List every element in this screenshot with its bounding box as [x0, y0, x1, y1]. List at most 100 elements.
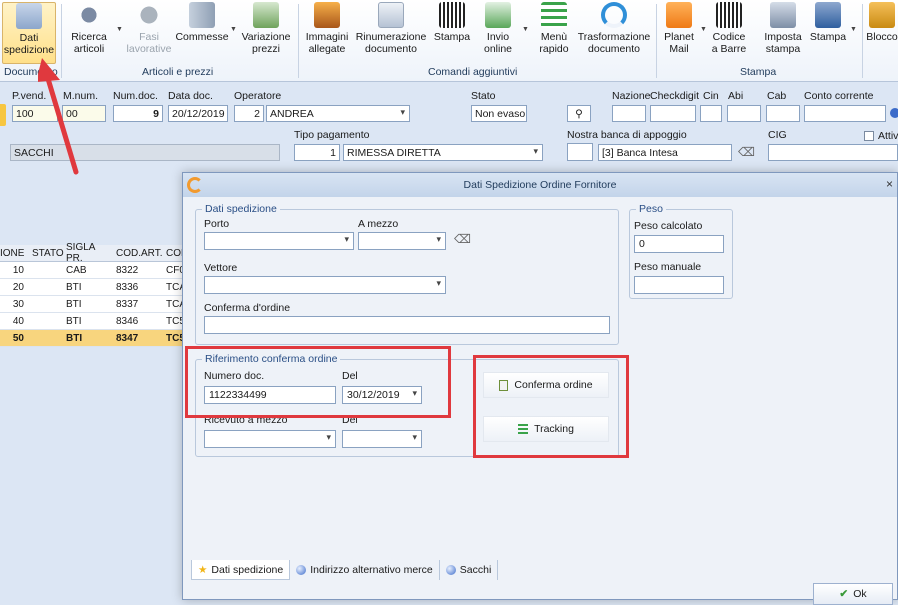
- table-row[interactable]: 40 BTI 8346 TC5: [0, 313, 190, 330]
- cin-field[interactable]: [700, 105, 722, 122]
- planet-mail-button[interactable]: Planet Mail: [660, 2, 698, 64]
- conferma-ordine-field[interactable]: [204, 316, 610, 334]
- tab-sacchi[interactable]: Sacchi: [440, 560, 499, 580]
- shipping-doc-icon: [16, 3, 42, 29]
- mail-plane-icon: [666, 2, 692, 28]
- dati-spedizione-button[interactable]: Dati spedizione: [2, 2, 56, 64]
- renumber-icon: [378, 2, 404, 28]
- cell: CAB: [66, 264, 87, 276]
- amezzo-label: A mezzo: [358, 218, 399, 230]
- gear-icon: [136, 2, 162, 28]
- tipo-pagamento-select[interactable]: RIMESSA DIRETTA: [343, 144, 543, 161]
- col-codart-header[interactable]: COD.ART.: [112, 248, 163, 259]
- del2-date-picker[interactable]: [342, 430, 422, 448]
- lock-icon: [869, 2, 895, 28]
- rinumerazione-documento-button[interactable]: Rinumerazione documento: [354, 2, 428, 64]
- imposta-stampa-label: Imposta stampa: [764, 31, 802, 55]
- cell: 8322: [116, 264, 139, 276]
- imposta-stampa-button[interactable]: Imposta stampa: [760, 2, 806, 64]
- tipo-pagamento-label: Tipo pagamento: [294, 129, 370, 141]
- blocco-label: Blocco: [866, 31, 898, 43]
- stato-field: Non evaso: [471, 105, 527, 122]
- group-label-stampa: Stampa: [740, 66, 777, 78]
- ok-button[interactable]: ✔ Ok: [813, 583, 893, 605]
- cell: 10: [12, 264, 24, 276]
- tab-indirizzo-alternativo[interactable]: Indirizzo alternativo merce: [290, 560, 440, 580]
- highlight-riferimento: [185, 346, 451, 418]
- nazione-label: Nazione: [612, 90, 651, 102]
- peso-manuale-field[interactable]: [634, 276, 724, 294]
- menu-rapido-button[interactable]: Menù rapido: [532, 2, 576, 64]
- chevron-down-icon[interactable]: ▼: [522, 26, 529, 33]
- eraser-icon[interactable]: ⌫: [738, 145, 755, 159]
- close-icon[interactable]: ×: [886, 177, 893, 191]
- peso-calcolato-field[interactable]: 0: [634, 235, 724, 253]
- trasformazione-documento-button[interactable]: Trasformazione documento: [578, 2, 650, 64]
- table-row[interactable]: 10 CAB 8322 CF0: [0, 262, 190, 279]
- tab-dati-spedizione[interactable]: ★ Dati spedizione: [191, 560, 291, 580]
- attivo-checkbox[interactable]: [864, 131, 874, 141]
- cig-label: CIG: [768, 129, 787, 141]
- col-stato-header[interactable]: STATO: [28, 248, 64, 259]
- table-row-selected[interactable]: 50 BTI 8347 TC5: [0, 330, 190, 347]
- commesse-button[interactable]: Commesse: [175, 2, 229, 64]
- ricevuto-a-mezzo-select[interactable]: [204, 430, 336, 448]
- stato-label: Stato: [471, 90, 496, 102]
- tipo-pagamento-num-field[interactable]: 1: [294, 144, 340, 161]
- chevron-down-icon[interactable]: ▼: [700, 26, 707, 33]
- conto-corrente-field[interactable]: [804, 105, 886, 122]
- search-icon[interactable]: ⚲: [567, 105, 591, 122]
- side-marker[interactable]: [0, 104, 6, 126]
- abi-field[interactable]: [727, 105, 761, 122]
- datadoc-field[interactable]: 20/12/2019: [168, 105, 228, 122]
- table-row[interactable]: 30 BTI 8337 TCA: [0, 296, 190, 313]
- dialog-titlebar[interactable]: Dati Spedizione Ordine Fornitore ×: [183, 173, 897, 197]
- operatore-select[interactable]: ANDREA: [266, 105, 410, 122]
- dati-spedizione-group-title: Dati spedizione: [202, 203, 280, 215]
- ricerca-articoli-button[interactable]: Ricerca articoli: [66, 2, 112, 64]
- info-icon[interactable]: [890, 108, 898, 118]
- porto-select[interactable]: [204, 232, 354, 250]
- banca-field[interactable]: [3] Banca Intesa: [598, 144, 732, 161]
- operatore-num-field[interactable]: 2: [234, 105, 264, 122]
- cell: 8346: [116, 315, 139, 327]
- send-online-icon: [485, 2, 511, 28]
- col-posizione-header[interactable]: IONE: [0, 248, 28, 259]
- vettore-select[interactable]: [204, 276, 446, 294]
- stampa-button[interactable]: Stampa: [808, 2, 848, 64]
- conto-corrente-label: Conto corrente: [804, 90, 874, 102]
- stampa-barcode-button[interactable]: Stampa: [432, 2, 472, 64]
- blocco-button[interactable]: Blocco: [866, 2, 898, 64]
- cell: 8347: [116, 332, 139, 344]
- eraser-icon[interactable]: ⌫: [454, 232, 471, 246]
- amezzo-select[interactable]: [358, 232, 446, 250]
- cin-label: Cin: [703, 90, 719, 102]
- cell: BTI: [66, 281, 82, 293]
- operatore-label: Operatore: [234, 90, 282, 102]
- immagini-allegate-button[interactable]: Immagini allegate: [302, 2, 352, 64]
- variazione-prezzi-button[interactable]: Variazione prezzi: [240, 2, 292, 64]
- dialog-title: Dati Spedizione Ordine Fornitore: [463, 179, 617, 191]
- planet-mail-label: Planet Mail: [664, 31, 694, 55]
- cab-field[interactable]: [766, 105, 800, 122]
- col-sigla-header[interactable]: SIGLA PR.: [62, 242, 112, 264]
- nazione-field[interactable]: [612, 105, 646, 122]
- table-row[interactable]: 20 BTI 8336 TCA: [0, 279, 190, 296]
- codice-a-barre-label: Codice a Barre: [711, 31, 747, 55]
- codice-a-barre-button[interactable]: Codice a Barre: [708, 2, 750, 64]
- chevron-down-icon[interactable]: ▼: [850, 26, 857, 33]
- immagini-allegate-label: Immagini allegate: [305, 31, 349, 55]
- binoculars-icon: [76, 2, 102, 28]
- price-icon: [253, 2, 279, 28]
- grid-header: IONE STATO SIGLA PR. COD.ART. COD: [0, 242, 190, 264]
- image-icon: [314, 2, 340, 28]
- cell: 8336: [116, 281, 139, 293]
- people-icon[interactable]: [567, 143, 593, 161]
- chevron-down-icon[interactable]: ▼: [116, 26, 123, 33]
- building-icon: [189, 2, 215, 28]
- chevron-down-icon[interactable]: ▼: [230, 26, 237, 33]
- cig-field[interactable]: [768, 144, 898, 161]
- dati-spedizione-label: Dati spedizione: [3, 32, 55, 56]
- invio-online-button[interactable]: Invio online: [476, 2, 520, 64]
- checkdigit-field[interactable]: [650, 105, 696, 122]
